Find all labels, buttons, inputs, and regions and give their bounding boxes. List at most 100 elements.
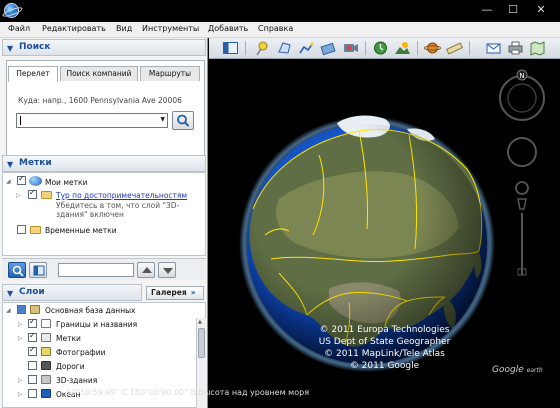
layer-label[interactable]: Основная база данных [45,306,135,315]
map-icon [530,41,545,56]
street-view-pegman-icon[interactable] [515,181,529,195]
compass-north-label: N [519,72,524,80]
buildings-3d-checkbox[interactable] [28,375,37,384]
buildings-icon [41,375,51,384]
collapse-triangle-icon[interactable]: ▼ [7,44,13,53]
places-layer-checkbox[interactable] [28,331,37,342]
attribution-line3: © 2011 MapLink/Tele Atlas [324,349,445,359]
roads-checkbox[interactable] [28,361,37,370]
photos-checkbox[interactable] [28,345,37,356]
email-button[interactable] [484,40,502,56]
menu-file[interactable]: Файл [8,24,30,33]
collapse-triangle-icon[interactable]: ▼ [7,160,13,169]
expand-arrow-icon[interactable]: ▷ [18,377,23,384]
search-hint-label: Куда: напр., 1600 Pennsylvania Ave 20006 [18,96,182,105]
expand-arrow-icon[interactable]: ▷ [18,335,23,342]
tour-checkbox[interactable] [28,188,37,199]
scrollbar-thumb[interactable] [198,328,205,358]
temporary-places-label[interactable]: Временные метки [45,226,117,235]
pushpin-icon [256,41,268,56]
expand-arrow-icon[interactable]: ▷ [18,391,23,398]
record-tour-icon [344,44,358,52]
search-input[interactable]: ▼ [16,113,168,128]
main-toolbar [209,38,560,59]
photos-icon [41,347,51,356]
polygon-icon [278,42,291,54]
close-button[interactable]: ✕ [532,3,550,17]
menu-help[interactable]: Справка [258,24,293,33]
places-filter-input[interactable] [58,263,134,277]
layers-section-header[interactable]: ▼ Слои [2,284,142,301]
attribution-line1: © 2011 Europa Technologies [319,325,450,335]
layer-label[interactable]: Дороги [56,362,85,371]
ocean-checkbox[interactable] [28,389,37,398]
ruler-icon [446,42,463,55]
earth-3d-view[interactable]: N © 2011 Europa Technologies US Dept of … [209,59,560,408]
toggle-sidebar-button[interactable] [221,40,239,56]
magnifier-icon [177,114,190,127]
search-places-button[interactable] [8,262,26,278]
search-section-header[interactable]: ▼ Поиск [2,39,206,56]
menu-view[interactable]: Вид [116,24,132,33]
magnifier-icon [12,265,24,277]
expand-arrow-icon[interactable]: ▷ [18,321,23,328]
sidebar-icon [223,42,238,54]
layer-label[interactable]: Фотографии [56,348,105,357]
arrow-up-icon [142,267,152,273]
places-section-header[interactable]: ▼ Метки [2,155,206,172]
toggle-panel-button[interactable] [29,262,47,278]
printer-icon [508,41,523,55]
search-button[interactable] [172,111,194,130]
add-placemark-button[interactable] [253,40,271,56]
places-layer-icon [41,333,51,342]
temporary-places-checkbox[interactable] [17,225,26,234]
my-places-checkbox[interactable] [17,174,26,185]
layer-label[interactable]: 3D-здания [56,376,97,385]
layer-label[interactable]: Метки [56,334,81,343]
expand-arrow-icon[interactable]: ▷ [16,192,21,199]
ruler-button[interactable] [445,40,463,56]
menu-add[interactable]: Добавить [208,24,248,33]
primary-database-checkbox[interactable] [17,305,26,314]
database-layers-icon [30,305,40,314]
menu-edit[interactable]: Редактировать [42,24,106,33]
switch-planet-button[interactable] [423,40,441,56]
my-places-label[interactable]: Мои метки [45,178,87,187]
expand-triangle-icon[interactable]: ◢ [6,178,11,185]
minimize-button[interactable]: — [478,3,496,17]
maximize-button[interactable]: ☐ [504,3,522,17]
add-polygon-button[interactable] [275,40,293,56]
expand-triangle-icon[interactable]: ◢ [6,307,11,314]
collapse-triangle-icon[interactable]: ▼ [7,289,13,298]
move-joystick[interactable] [507,137,537,167]
tab-directions[interactable]: Маршруты [140,66,200,81]
planet-icon [424,42,441,54]
attribution-line2: US Dept of State Geographer [318,337,451,347]
historical-imagery-button[interactable] [371,40,389,56]
view-in-maps-button[interactable] [528,40,546,56]
navigation-controls[interactable]: N [499,69,545,276]
scroll-up-icon[interactable]: ▲ [198,319,202,325]
tour-link[interactable]: Тур по достопримечательностям [56,191,187,200]
dropdown-arrow-icon[interactable]: ▼ [160,116,165,123]
print-button[interactable] [506,40,524,56]
places-toolstrip [2,258,206,280]
tab-find-businesses[interactable]: Поиск компаний [60,66,138,81]
add-image-overlay-button[interactable] [319,40,337,56]
clock-globe-icon [374,41,387,55]
move-up-button[interactable] [137,262,155,278]
roads-icon [41,361,51,370]
look-joystick[interactable] [499,75,545,121]
gallery-label: Галерея [151,288,187,297]
sun-landscape-icon [395,42,410,54]
sunlight-button[interactable] [393,40,411,56]
borders-checkbox[interactable] [28,317,37,328]
layer-label[interactable]: Границы и названия [56,320,137,329]
gallery-button[interactable]: Галерея» [146,286,204,300]
move-down-button[interactable] [158,262,176,278]
add-path-button[interactable] [297,40,315,56]
record-tour-button[interactable] [341,40,359,56]
tab-fly-to[interactable]: Перелет [8,66,58,82]
menu-tools[interactable]: Инструменты [142,24,199,33]
brand-main: Google [492,365,524,375]
